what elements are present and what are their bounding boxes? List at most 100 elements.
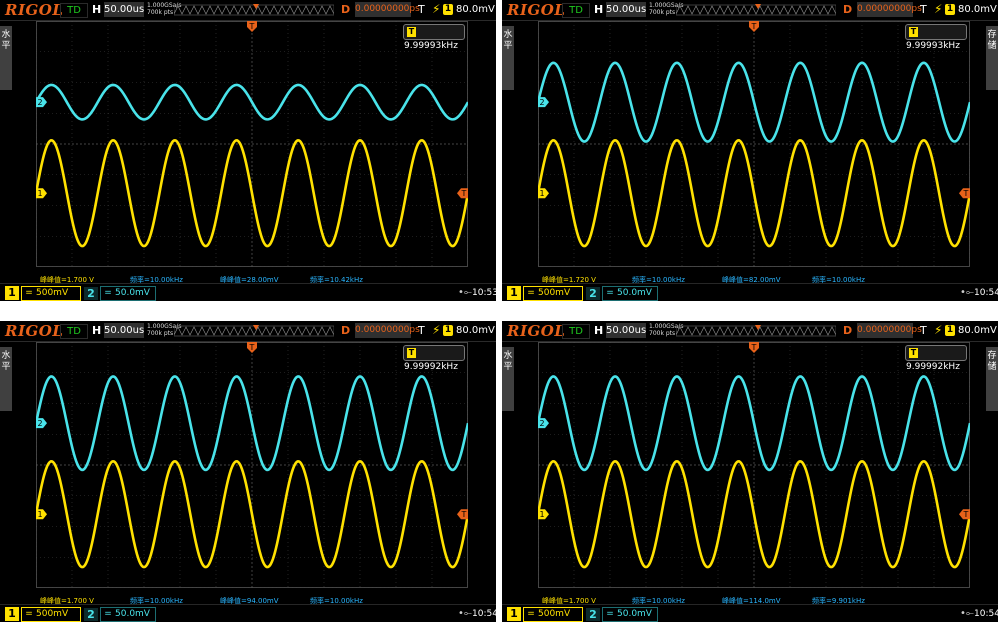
ch1-scale[interactable]: = 500mV — [21, 607, 81, 622]
trigger-position-label: T — [249, 22, 255, 31]
ch1-scale[interactable]: = 500mV — [523, 607, 583, 622]
frequency-counter: T9.99992kHz — [403, 345, 465, 372]
clock-time: 10:54 — [472, 609, 496, 619]
ch2-scale[interactable]: = 50.0mV — [100, 286, 156, 301]
waveform-display[interactable]: T 2 1 T — [538, 342, 970, 588]
side-tab-0[interactable]: 水平 — [0, 347, 12, 411]
trigger-level-label: T — [461, 510, 467, 519]
ch2-marker-label: 2 — [539, 419, 544, 428]
dc-coupling-icon: = — [527, 288, 535, 298]
dc-coupling-icon: = — [104, 288, 112, 298]
frequency-counter: T9.99993kHz — [403, 24, 465, 51]
counter-channel-badge: T — [909, 347, 918, 358]
side-tab-1[interactable]: 水平 — [502, 347, 514, 411]
waveform-display[interactable]: T 2 1 T — [36, 342, 468, 588]
trigger-channel-badge: 1 — [443, 325, 453, 336]
side-tab-0[interactable]: 存储 — [986, 347, 998, 411]
waveform-display[interactable]: T 2 1 T — [538, 21, 970, 267]
trigger-level-label: T — [461, 189, 467, 198]
trigger-level[interactable]: 80.0mV — [456, 325, 495, 336]
trigger-level[interactable]: 80.0mV — [456, 4, 495, 15]
scope-panel-bl: RIGOL TD H 50.00us 1.000GSa/s 700k pts D … — [0, 321, 496, 622]
horizontal-label: H — [594, 3, 604, 16]
delay-value[interactable]: 0.00000000ps — [857, 2, 922, 17]
delay-label: D — [843, 324, 853, 337]
ch1-button[interactable]: 1 — [5, 286, 19, 300]
dc-coupling-icon: = — [25, 288, 33, 298]
dc-coupling-icon: = — [606, 609, 614, 619]
scope-header: RIGOL TD H 50.00us 1.000GSa/s 700k pts D … — [502, 321, 998, 342]
waveform-memory-overview[interactable] — [174, 325, 334, 337]
trigger-label: T — [418, 324, 425, 337]
trigger-level[interactable]: 80.0mV — [958, 4, 997, 15]
run-status[interactable]: TD — [60, 324, 88, 339]
dc-coupling-icon: = — [25, 609, 33, 619]
dc-coupling-icon: = — [104, 609, 112, 619]
ch1-scale[interactable]: = 500mV — [21, 286, 81, 301]
timebase-value[interactable]: 50.00us — [104, 2, 144, 17]
side-tab-0[interactable]: 水平 — [0, 26, 12, 90]
ch1-scale[interactable]: = 500mV — [523, 286, 583, 301]
timebase-value[interactable]: 50.00us — [606, 323, 646, 338]
ch1-marker-label: 1 — [37, 189, 42, 198]
trigger-label: T — [920, 3, 927, 16]
waveform-memory-overview[interactable] — [676, 4, 836, 16]
rising-edge-icon: ⚡ — [934, 2, 943, 16]
frequency-counter: T9.99992kHz — [905, 345, 967, 372]
usb-icon: •⟜ — [960, 608, 974, 619]
trigger-position-label: T — [751, 22, 757, 31]
ch2-marker-label: 2 — [539, 98, 544, 107]
ch2-marker-label: 2 — [37, 419, 42, 428]
channel-status-bar: 1 = 500mV 2 = 50.0mV •⟜ 10:54 — [502, 604, 998, 622]
ch1-button[interactable]: 1 — [507, 607, 521, 621]
delay-value[interactable]: 0.00000000ps — [355, 323, 420, 338]
waveform-memory-overview[interactable] — [174, 4, 334, 16]
clock-time: 10:54 — [974, 288, 998, 298]
channel-status-bar: 1 = 500mV 2 = 50.0mV •⟜ 10:54 — [0, 604, 496, 622]
ch2-marker-label: 2 — [37, 98, 42, 107]
run-status[interactable]: TD — [60, 3, 88, 18]
rigol-logo: RIGOL — [5, 1, 64, 19]
ch2-scale[interactable]: = 50.0mV — [100, 607, 156, 622]
ch2-scale[interactable]: = 50.0mV — [602, 607, 658, 622]
rigol-logo: RIGOL — [5, 322, 64, 340]
horizontal-label: H — [92, 324, 102, 337]
ch1-marker-label: 1 — [539, 189, 544, 198]
timebase-value[interactable]: 50.00us — [104, 323, 144, 338]
delay-label: D — [341, 3, 351, 16]
ch1-button[interactable]: 1 — [507, 286, 521, 300]
delay-label: D — [843, 3, 853, 16]
delay-value[interactable]: 0.00000000ps — [355, 2, 420, 17]
rising-edge-icon: ⚡ — [934, 323, 943, 337]
ch2-button[interactable]: 2 — [586, 608, 600, 621]
ch2-button[interactable]: 2 — [84, 287, 98, 300]
trigger-channel-badge: 1 — [945, 4, 955, 15]
waveform-display[interactable]: T 2 1 T — [36, 21, 468, 267]
counter-channel-badge: T — [407, 26, 416, 37]
rigol-logo: RIGOL — [507, 322, 566, 340]
waveform-memory-overview[interactable] — [676, 325, 836, 337]
counter-channel-badge: T — [407, 347, 416, 358]
usb-icon: •⟜ — [458, 287, 472, 298]
side-tab-0[interactable]: 存储 — [986, 26, 998, 90]
trigger-level[interactable]: 80.0mV — [958, 325, 997, 336]
run-status[interactable]: TD — [562, 3, 590, 18]
ch1-button[interactable]: 1 — [5, 607, 19, 621]
counter-channel-badge: T — [909, 26, 918, 37]
delay-value[interactable]: 0.00000000ps — [857, 323, 922, 338]
rising-edge-icon: ⚡ — [432, 323, 441, 337]
ch2-button[interactable]: 2 — [84, 608, 98, 621]
timebase-value[interactable]: 50.00us — [606, 2, 646, 17]
rising-edge-icon: ⚡ — [432, 2, 441, 16]
run-status[interactable]: TD — [562, 324, 590, 339]
scope-panel-tr: RIGOL TD H 50.00us 1.000GSa/s 700k pts D … — [502, 0, 998, 301]
ch2-button[interactable]: 2 — [586, 287, 600, 300]
trigger-level-label: T — [963, 510, 969, 519]
ch2-scale[interactable]: = 50.0mV — [602, 286, 658, 301]
side-tab-1[interactable]: 水平 — [502, 26, 514, 90]
trigger-level-label: T — [963, 189, 969, 198]
channel-status-bar: 1 = 500mV 2 = 50.0mV •⟜ 10:53 — [0, 283, 496, 301]
rigol-logo: RIGOL — [507, 1, 566, 19]
dc-coupling-icon: = — [606, 288, 614, 298]
horizontal-label: H — [594, 324, 604, 337]
